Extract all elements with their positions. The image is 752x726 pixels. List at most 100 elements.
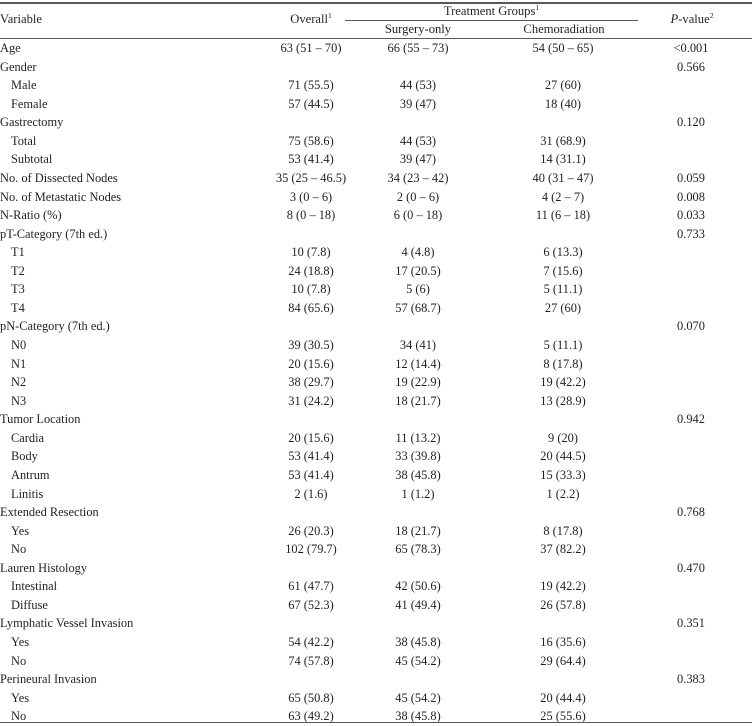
row-variable-label: Male (11, 78, 37, 93)
row-chemoradiation-value: 27 (60) (544, 300, 582, 315)
row-variable-label: Antrum (11, 467, 50, 482)
row-surgery-only-value: 34 (41) (399, 338, 437, 352)
row-variable-label: Age (0, 41, 21, 55)
row-surgery-only-value: 12 (14.4) (395, 356, 441, 371)
table-row: N0 39 (30.5) 34 (41) 5 (11.1) (0, 336, 752, 355)
table-row: pN-Category (7th ed.) 0.070 (0, 317, 752, 336)
row-chemoradiation-value: 31 (68.9) (540, 133, 586, 148)
row-surgery-only-value: 44 (53) (399, 78, 437, 93)
row-chemoradiation-value: 26 (57.8) (540, 597, 586, 612)
row-surgery-only-value: 39 (47) (399, 152, 437, 167)
table-row: T2 24 (18.8) 17 (20.5) 7 (15.6) (0, 262, 752, 281)
table-body: Age 63 (51 – 70) 66 (55 – 73) 54 (50 – 65) <… (0, 39, 752, 726)
row-chemoradiation-value: 4 (2 – 7) (541, 189, 585, 204)
row-chemoradiation-value: 11 (6 – 18) (535, 208, 591, 223)
table-row: pT-Category (7th ed.) 0.733 (0, 225, 752, 244)
column-header-treatment-groups: Treatment Groups1 (345, 2, 638, 17)
row-variable-label: No. of Metastatic Nodes (0, 189, 122, 204)
row-variable-label: T1 (11, 245, 25, 260)
statistics-table: Variable Overall1 Treatment Groups1 Surg… (0, 0, 752, 726)
row-surgery-only-value: 65 (78.3) (395, 542, 441, 557)
row-surgery-only-value: 41 (49.4) (395, 597, 441, 612)
row-surgery-only-value: 11 (13.2) (395, 430, 441, 445)
table-row: T4 84 (65.6) 57 (68.7) 27 (60) (0, 299, 752, 318)
row-variable-label: T2 (11, 263, 25, 278)
row-surgery-only-value: 33 (39.8) (395, 449, 441, 464)
row-surgery-only-value: 38 (45.8) (395, 635, 441, 649)
row-variable-label: Yes (11, 635, 30, 649)
row-variable-label: N-Ratio (%) (0, 208, 62, 223)
row-variable-label: Subtotal (11, 152, 53, 167)
row-variable-label: No (11, 653, 27, 668)
row-variable-label: Gastrectomy (0, 115, 64, 130)
row-pvalue: <0.001 (673, 41, 709, 55)
table-bottom-rule (0, 721, 752, 724)
table-row: Total 75 (58.6) 44 (53) 31 (68.9) (0, 132, 752, 151)
table-row: Yes 54 (42.2) 38 (45.8) 16 (35.6) (0, 633, 752, 652)
table-row: Male 71 (55.5) 44 (53) 27 (60) (0, 76, 752, 95)
treatment-groups-span-rule (345, 19, 638, 21)
row-variable-label: Tumor Location (0, 412, 81, 427)
column-header-pvalue: P-value2 (645, 12, 739, 26)
row-pvalue: 0.351 (677, 616, 705, 631)
row-chemoradiation-value: 20 (44.4) (540, 690, 586, 705)
row-variable-label: Yes (11, 523, 30, 538)
row-surgery-only-value: 6 (0 – 18) (393, 208, 443, 223)
row-variable-label: N1 (11, 356, 27, 371)
row-chemoradiation-value: 54 (50 – 65) (532, 41, 594, 55)
table-row: T1 10 (7.8) 4 (4.8) 6 (13.3) (0, 243, 752, 262)
table-row: Subtotal 53 (41.4) 39 (47) 14 (31.1) (0, 150, 752, 169)
row-variable-label: Female (11, 96, 48, 111)
row-surgery-only-value: 1 (1.2) (401, 486, 435, 501)
row-pvalue: 0.070 (677, 319, 705, 334)
row-surgery-only-value: 18 (21.7) (395, 523, 441, 538)
row-variable-label: T4 (11, 300, 25, 315)
row-chemoradiation-value: 16 (35.6) (540, 635, 586, 649)
row-chemoradiation-value: 13 (28.9) (540, 393, 586, 408)
row-pvalue: 0.768 (677, 505, 705, 520)
row-surgery-only-value: 45 (54.2) (395, 690, 441, 705)
row-pvalue: 0.008 (677, 189, 705, 204)
column-header-overall-footnote: 1 (327, 10, 332, 20)
row-pvalue: 0.942 (677, 412, 705, 427)
row-surgery-only-value: 17 (20.5) (395, 263, 441, 278)
row-chemoradiation-value: 7 (15.6) (543, 263, 583, 278)
row-pvalue: 0.733 (677, 226, 705, 241)
table-row: Female 57 (44.5) 39 (47) 18 (40) (0, 95, 752, 114)
table-row: Gender 0.566 (0, 58, 752, 77)
table-header: Variable Overall1 Treatment Groups1 Surg… (0, 0, 752, 37)
row-surgery-only-value: 44 (53) (399, 133, 437, 148)
row-variable-label: Gender (0, 59, 37, 74)
row-surgery-only-value: 42 (50.6) (395, 579, 441, 594)
table-row: No 74 (57.8) 45 (54.2) 29 (64.4) (0, 652, 752, 671)
row-chemoradiation-value: 27 (60) (544, 78, 582, 93)
column-header-overall: Overall1 (265, 12, 357, 26)
row-chemoradiation-value: 8 (17.8) (543, 356, 583, 371)
table-row: N1 20 (15.6) 12 (14.4) 8 (17.8) (0, 355, 752, 374)
row-variable-label: Total (11, 133, 37, 148)
row-chemoradiation-value: 20 (44.5) (540, 449, 586, 464)
column-header-treatment-groups-footnote: 1 (535, 2, 540, 12)
row-chemoradiation-value: 5 (11.1) (543, 338, 583, 352)
row-surgery-only-value: 66 (55 – 73) (387, 41, 449, 55)
row-variable-label: N0 (11, 338, 27, 352)
column-header-pvalue-footnote: 2 (709, 10, 714, 20)
row-variable-label: Cardia (11, 430, 45, 445)
table-row: Perineural Invasion 0.383 (0, 670, 752, 689)
row-variable-label: Linitis (11, 486, 44, 501)
table-row: N3 31 (24.2) 18 (21.7) 13 (28.9) (0, 392, 752, 411)
column-header-surgery-only: Surgery-only (384, 22, 452, 36)
table-row: Gastrectomy 0.120 (0, 113, 752, 132)
row-chemoradiation-value: 5 (11.1) (543, 282, 583, 297)
table-row: Tumor Location 0.942 (0, 410, 752, 429)
row-chemoradiation-value: 14 (31.1) (540, 152, 586, 167)
table-row: Age 63 (51 – 70) 66 (55 – 73) 54 (50 – 65) <… (0, 39, 752, 58)
row-pvalue: 0.120 (677, 115, 705, 130)
row-surgery-only-value: 5 (6) (406, 282, 430, 297)
row-pvalue: 0.383 (677, 672, 705, 687)
row-variable-label: pN-Category (7th ed.) (0, 319, 110, 334)
row-variable-label: Perineural Invasion (0, 672, 97, 687)
row-surgery-only-value: 38 (45.8) (395, 467, 441, 482)
row-variable-label: Extended Resection (0, 505, 99, 520)
table-row: Linitis 2 (1.6) 1 (1.2) 1 (2.2) (0, 485, 752, 504)
